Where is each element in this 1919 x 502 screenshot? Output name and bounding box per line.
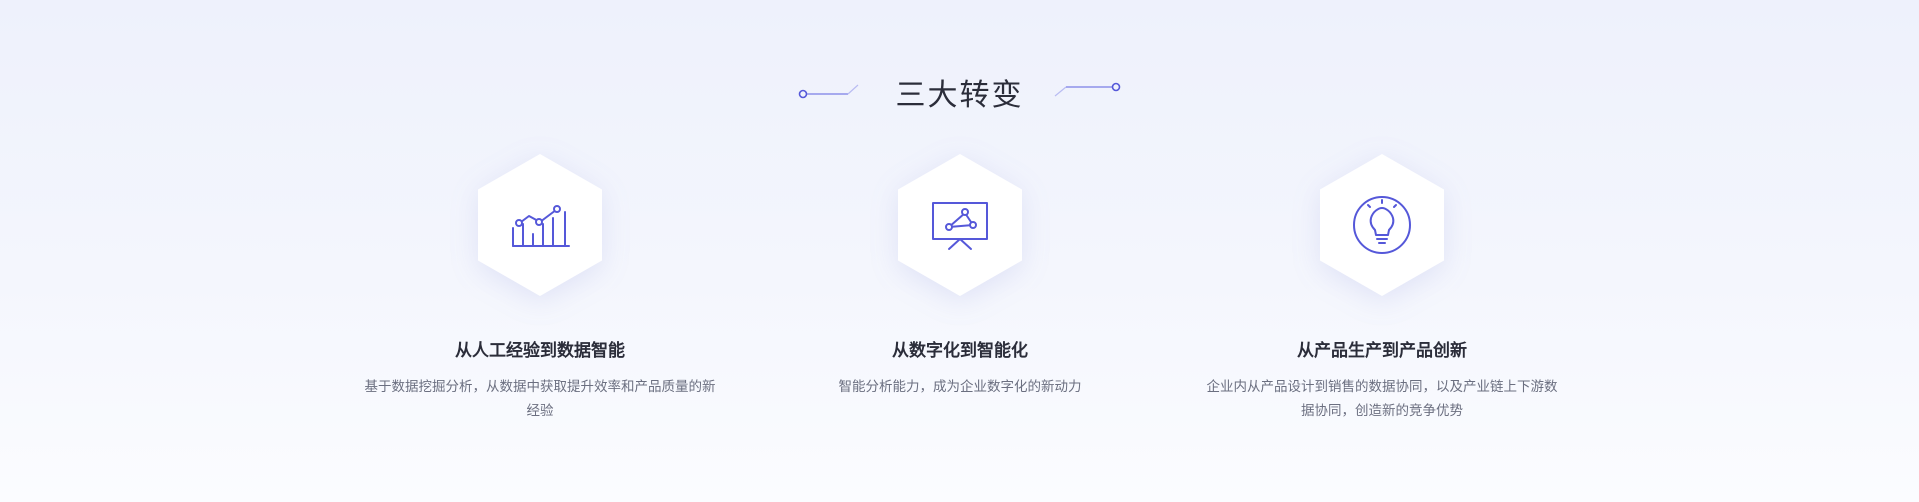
presentation-board-icon bbox=[932, 202, 988, 250]
card-title: 从产品生产到产品创新 bbox=[1297, 341, 1467, 361]
transformation-card: 从数字化到智能化 智能分析能力，成为企业数字化的新动力 bbox=[750, 154, 1170, 399]
section-title: 三大转变 bbox=[895, 78, 1024, 113]
card-description: 智能分析能力，成为企业数字化的新动力 bbox=[838, 379, 1082, 395]
hexagon-badge bbox=[898, 154, 1022, 296]
lightbulb-icon bbox=[1353, 196, 1411, 254]
growth-chart-icon bbox=[512, 205, 570, 247]
transformations-section: 三大转变 从人工经验到数据智能 基于数据挖掘分析，从数据中获取提升效率和产品质量… bbox=[0, 0, 1919, 502]
transformation-card: 从人工经验到数据智能 基于数据挖掘分析，从数据中获取提升效率和产品质量的新经验 bbox=[330, 154, 750, 423]
transformation-card: 从产品生产到产品创新 企业内从产品设计到销售的数据协同，以及产业链上下游数据协同… bbox=[1172, 154, 1592, 423]
right-line-decoration-icon bbox=[1054, 82, 1121, 97]
card-title: 从人工经验到数据智能 bbox=[455, 341, 625, 361]
hexagon-badge bbox=[478, 154, 602, 296]
card-description: 企业内从产品设计到销售的数据协同，以及产业链上下游数据协同，创造新的竞争优势 bbox=[1206, 379, 1558, 419]
card-description: 基于数据挖掘分析，从数据中获取提升效率和产品质量的新经验 bbox=[364, 379, 716, 419]
card-title: 从数字化到智能化 bbox=[892, 341, 1028, 361]
hexagon-badge bbox=[1320, 154, 1444, 296]
section-header: 三大转变 bbox=[0, 64, 1919, 116]
